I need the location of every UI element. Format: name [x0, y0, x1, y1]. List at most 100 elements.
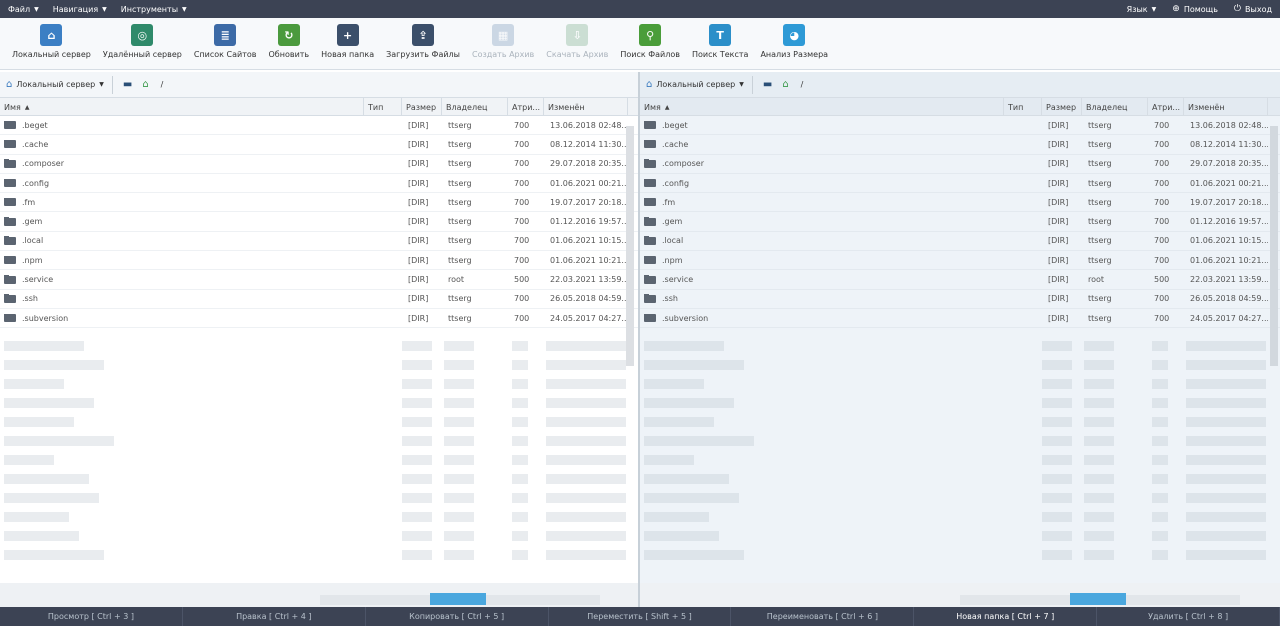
table-row[interactable]: .npm [DIR] ttserg 700 01.06.2021 10:21...	[640, 251, 1280, 271]
table-row[interactable]: .service [DIR] root 500 22.03.2021 13:59...	[640, 270, 1280, 290]
toolbar-button-home[interactable]: ⌂ Локальный сервер	[8, 18, 95, 59]
toolbar-button-sites-list[interactable]: ≣ Список Сайтов	[190, 18, 261, 59]
function-key-button[interactable]: Просмотр [ Ctrl + 3 ]	[0, 607, 183, 626]
column-name[interactable]: Имя ▲	[0, 98, 364, 116]
file-attr-cell: 700	[1154, 139, 1170, 149]
horizontal-scrollbar[interactable]	[0, 583, 638, 607]
scrollbar-thumb[interactable]	[1070, 593, 1126, 605]
table-row[interactable]: .gem [DIR] ttserg 700 01.12.2016 19:57...	[0, 212, 638, 232]
file-modified-cell: 29.07.2018 20:35...	[1190, 159, 1268, 169]
obscured-block	[512, 512, 528, 522]
toolbar-button-upload[interactable]: ⇪ Загрузить Файлы	[382, 18, 464, 59]
function-key-button[interactable]: Переместить [ Shift + 5 ]	[549, 607, 732, 626]
server-select[interactable]: ⌂ Локальный сервер ▼	[6, 75, 113, 94]
obscured-block	[644, 417, 714, 427]
obscured-block	[444, 531, 474, 541]
toolbar-button-label: Создать Архив	[471, 50, 535, 59]
obscured-block	[4, 398, 94, 408]
table-row[interactable]: .service [DIR] root 500 22.03.2021 13:59...	[0, 270, 638, 290]
column-owner[interactable]: Владелец	[442, 98, 508, 116]
table-row[interactable]: .beget [DIR] ttserg 700 13.06.2018 02:48...	[0, 116, 638, 136]
scrollbar-thumb[interactable]	[430, 593, 486, 605]
vertical-scrollbar[interactable]	[626, 126, 634, 366]
menu-tools[interactable]: Инструменты ▼	[121, 5, 187, 14]
drive-icon[interactable]: ▬	[763, 79, 772, 90]
table-row[interactable]: .gem [DIR] ttserg 700 01.12.2016 19:57...	[640, 212, 1280, 232]
column-modified[interactable]: Изменён	[1184, 98, 1268, 116]
file-size-cell: [DIR]	[1048, 178, 1069, 188]
table-row[interactable]: .fm [DIR] ttserg 700 19.07.2017 20:18...	[0, 193, 638, 213]
menu-logout[interactable]: ⏻ Выход	[1234, 4, 1272, 14]
function-key-button[interactable]: Переименовать [ Ctrl + 6 ]	[731, 607, 915, 626]
file-name: .gem	[22, 217, 43, 227]
obscured-block	[444, 436, 474, 446]
file-modified-cell: 24.05.2017 04:27...	[1190, 313, 1268, 323]
obscured-block	[1186, 341, 1266, 351]
column-type[interactable]: Тип	[1004, 98, 1042, 116]
home-upload-icon[interactable]: ⌂	[782, 79, 788, 90]
toolbar-button-new-folder[interactable]: + Новая папка	[317, 18, 378, 59]
toolbar-button-search-files[interactable]: ⚲ Поиск Файлов	[616, 18, 684, 59]
toolbar-button-size-analysis[interactable]: ◕ Анализ Размера	[756, 18, 832, 59]
table-row[interactable]: .cache [DIR] ttserg 700 08.12.2014 11:30...	[640, 135, 1280, 155]
obscured-block	[1042, 379, 1072, 389]
table-row[interactable]: .npm [DIR] ttserg 700 01.06.2021 10:21...	[0, 251, 638, 271]
create-archive-icon: ▦	[492, 24, 515, 46]
column-size[interactable]: Размер	[402, 98, 442, 116]
file-size-cell: [DIR]	[1048, 197, 1069, 207]
column-name[interactable]: Имя ▲	[640, 98, 1004, 116]
table-row[interactable]: .composer [DIR] ttserg 700 29.07.2018 20:35.…	[640, 155, 1280, 174]
toolbar: ⌂ Локальный сервер ◎ Удалённый сервер ≣ Списо…	[0, 18, 1280, 70]
home-upload-icon[interactable]: ⌂	[142, 79, 148, 90]
obscured-block	[4, 379, 64, 389]
column-attributes[interactable]: Атри...	[508, 98, 544, 116]
table-row[interactable]: .ssh [DIR] ttserg 700 26.05.2018 04:59...	[0, 290, 638, 309]
column-size[interactable]: Размер	[1042, 98, 1082, 116]
file-name: .cache	[662, 139, 689, 149]
toolbar-button-refresh[interactable]: ↻ Обновить	[265, 18, 314, 59]
obscured-block	[1186, 512, 1266, 522]
menu-navigation-label: Навигация	[52, 4, 99, 14]
function-key-button[interactable]: Новая папка [ Ctrl + 7 ]	[914, 607, 1098, 626]
file-name-cell: .ssh	[0, 294, 364, 303]
obscured-block	[644, 379, 704, 389]
function-key-button[interactable]: Правка [ Ctrl + 4 ]	[183, 607, 366, 626]
function-key-button[interactable]: Копировать [ Ctrl + 5 ]	[366, 607, 549, 626]
table-row[interactable]: .local [DIR] ttserg 700 01.06.2021 10:15...	[0, 232, 638, 252]
menu-file[interactable]: Файл ▼	[8, 5, 39, 14]
table-row[interactable]: .fm [DIR] ttserg 700 19.07.2017 20:18...	[640, 193, 1280, 213]
table-row[interactable]: .cache [DIR] ttserg 700 08.12.2014 11:30...	[0, 135, 638, 155]
column-modified[interactable]: Изменён	[544, 98, 628, 116]
menu-help[interactable]: ⊕ Помощь	[1172, 4, 1218, 14]
file-modified-cell: 24.05.2017 04:27...	[550, 313, 628, 323]
server-select[interactable]: ⌂ Локальный сервер ▼	[646, 75, 753, 94]
obscured-block	[1152, 379, 1168, 389]
obscured-block	[4, 455, 54, 465]
toolbar-button-search-text[interactable]: T Поиск Текста	[688, 18, 752, 59]
menu-language[interactable]: Язык ▼	[1127, 5, 1157, 14]
file-modified-cell: 01.12.2016 19:57...	[550, 217, 628, 227]
column-attributes[interactable]: Атри...	[1148, 98, 1184, 116]
column-owner[interactable]: Владелец	[1082, 98, 1148, 116]
folder-icon	[4, 217, 16, 226]
obscured-block	[1186, 360, 1266, 370]
table-row[interactable]: .ssh [DIR] ttserg 700 26.05.2018 04:59...	[640, 290, 1280, 309]
table-row[interactable]: .beget [DIR] ttserg 700 13.06.2018 02:48...	[640, 116, 1280, 136]
obscured-block	[644, 436, 754, 446]
table-row[interactable]: .config [DIR] ttserg 700 01.06.2021 00:21...	[640, 174, 1280, 194]
table-row[interactable]: .composer [DIR] ttserg 700 29.07.2018 20:35.…	[0, 155, 638, 174]
drive-icon[interactable]: ▬	[123, 79, 132, 90]
table-row[interactable]: .subversion [DIR] ttserg 700 24.05.2017 04:2…	[640, 309, 1280, 329]
vertical-scrollbar[interactable]	[1270, 126, 1278, 366]
table-row[interactable]: .subversion [DIR] ttserg 700 24.05.2017 04:2…	[0, 309, 638, 329]
column-type[interactable]: Тип	[364, 98, 402, 116]
menu-navigation[interactable]: Навигация ▼	[53, 5, 107, 14]
obscured-block	[512, 341, 528, 351]
table-row[interactable]: .config [DIR] ttserg 700 01.06.2021 00:21...	[0, 174, 638, 194]
horizontal-scrollbar[interactable]	[640, 583, 1280, 607]
table-row[interactable]: .local [DIR] ttserg 700 01.06.2021 10:15...	[640, 232, 1280, 252]
toolbar-button-remote-server[interactable]: ◎ Удалённый сервер	[99, 18, 186, 59]
folder-icon	[644, 275, 656, 284]
function-key-button[interactable]: Удалить [ Ctrl + 8 ]	[1097, 607, 1280, 626]
file-name-cell: .service	[640, 275, 1004, 284]
